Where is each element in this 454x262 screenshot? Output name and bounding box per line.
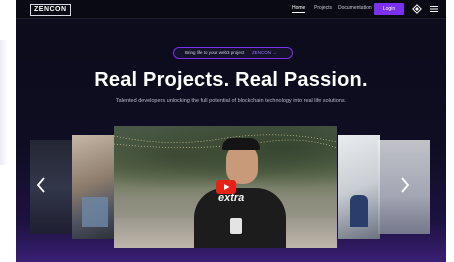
- left-background-edge: [0, 40, 8, 165]
- featured-video-slide[interactable]: extra: [114, 126, 337, 248]
- presenter-cup: [230, 218, 242, 234]
- site-logo[interactable]: ZENCON: [30, 4, 71, 16]
- hero-headline: Real Projects. Real Passion.: [94, 69, 368, 91]
- nav-link-documentation[interactable]: Documentation: [338, 5, 372, 12]
- announcement-pill[interactable]: Bring life to your web3 project ZENCON →: [173, 47, 293, 59]
- website-viewport: ZENCON Home Projects Documentation Login…: [16, 0, 446, 262]
- top-navigation-bar: ZENCON Home Projects Documentation Login: [16, 0, 446, 19]
- presenter-cap: [222, 138, 260, 150]
- right-background-pane: [446, 0, 454, 262]
- diamond-icon[interactable]: [412, 4, 422, 14]
- nav-link-projects[interactable]: Projects: [314, 5, 332, 12]
- hamburger-menu-icon[interactable]: [430, 5, 438, 13]
- chevron-right-icon[interactable]: [400, 177, 410, 193]
- slide-thumbnail-figure: [350, 195, 368, 227]
- carousel-slide-right[interactable]: [338, 135, 380, 239]
- nav-link-home[interactable]: Home: [292, 5, 306, 13]
- carousel-slide-left[interactable]: [72, 135, 116, 239]
- youtube-play-icon[interactable]: [216, 180, 236, 194]
- presenter-head: [226, 144, 258, 184]
- hero-subline: Talented developers unlocking the full p…: [115, 98, 347, 104]
- announcement-text: Bring life to your web3 project: [185, 50, 245, 55]
- slide-thumbnail-detail: [82, 197, 108, 227]
- announcement-link[interactable]: ZENCON →: [252, 50, 277, 56]
- chevron-left-icon[interactable]: [36, 177, 46, 193]
- login-button[interactable]: Login: [374, 3, 404, 15]
